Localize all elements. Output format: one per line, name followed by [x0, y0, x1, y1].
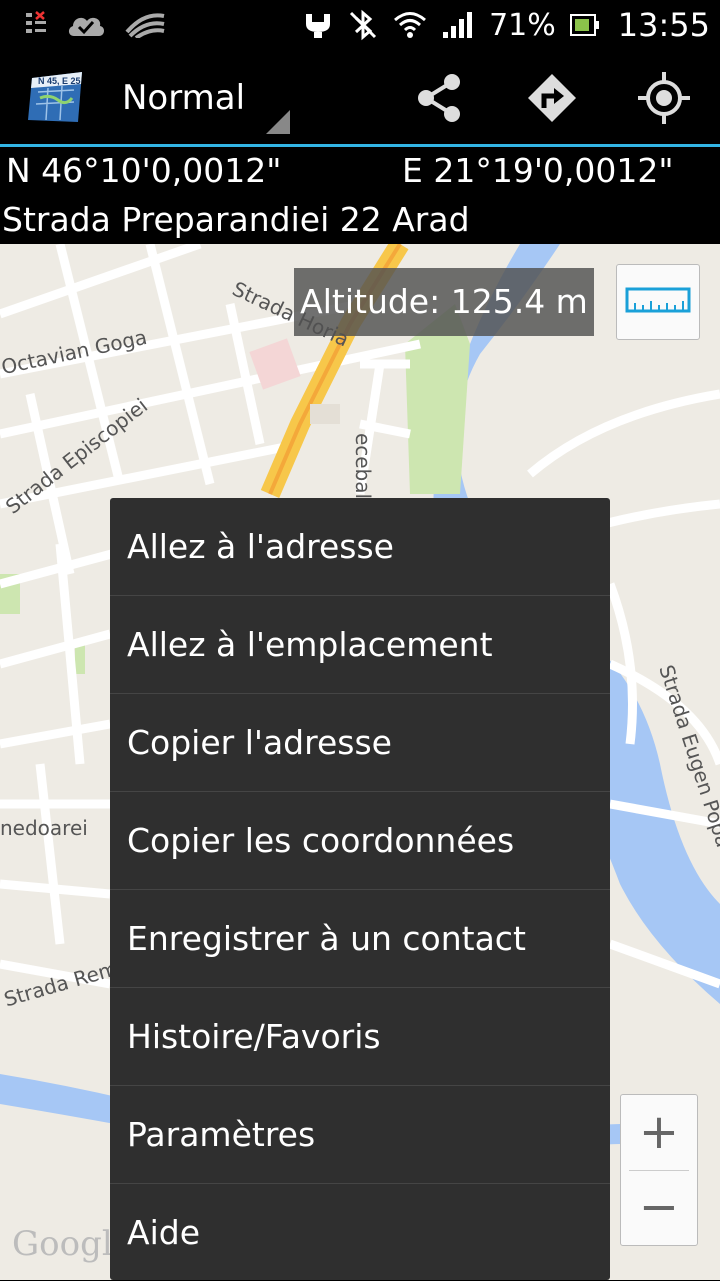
menu-item-help[interactable]: Aide	[110, 1184, 610, 1281]
menu-item-copy-address[interactable]: Copier l'adresse	[110, 694, 610, 792]
ruler-icon	[625, 287, 691, 313]
bluetooth-off-icon	[350, 9, 377, 41]
notification-icon	[26, 11, 46, 33]
options-menu: Allez à l'adresse Allez à l'emplacement …	[110, 498, 610, 1280]
usb-debug-icon	[306, 14, 331, 38]
longitude: E 21°19'0,0012"	[402, 151, 674, 190]
menu-item-copy-coordinates[interactable]: Copier les coordonnées	[110, 792, 610, 890]
altitude-readout: Altitude: 125.4 m	[294, 268, 594, 336]
zoom-controls: + −	[620, 1094, 698, 1246]
zoom-in-button[interactable]: +	[621, 1095, 697, 1170]
menu-item-settings[interactable]: Paramètres	[110, 1086, 610, 1184]
action-bar: N 45, E 25 Normal	[0, 50, 720, 147]
menu-item-save-to-contact[interactable]: Enregistrer à un contact	[110, 890, 610, 988]
coordinates-bar: N 46°10'0,0012" E 21°19'0,0012"	[0, 147, 720, 194]
my-location-icon[interactable]	[636, 70, 692, 126]
latitude: N 46°10'0,0012"	[6, 151, 282, 190]
directions-icon[interactable]	[524, 70, 580, 126]
zoom-out-button[interactable]: −	[621, 1170, 697, 1245]
clock: 13:55	[617, 6, 710, 44]
app-icon[interactable]: N 45, E 25	[28, 70, 84, 124]
signal-icon	[443, 12, 473, 38]
battery-icon	[569, 14, 599, 36]
measure-button[interactable]	[616, 264, 700, 340]
address: Strada Preparandiei 22 Arad	[2, 200, 470, 239]
address-bar: Strada Preparandiei 22 Arad	[0, 194, 720, 244]
street-label: ecebal	[351, 432, 376, 500]
swype-icon	[125, 13, 165, 38]
mode-spinner[interactable]: Normal	[110, 50, 290, 144]
mode-label: Normal	[122, 78, 246, 118]
menu-item-history-favorites[interactable]: Histoire/Favoris	[110, 988, 610, 1086]
app-icon-text: N 45, E 25	[38, 76, 81, 86]
status-bar: 71% 13:55	[0, 0, 720, 50]
spinner-indicator	[266, 110, 290, 134]
battery-percent: 71%	[489, 7, 556, 43]
cloud-done-icon	[68, 17, 105, 36]
street-label: nedoarei	[0, 816, 88, 840]
wifi-icon	[394, 12, 427, 38]
menu-item-go-to-address[interactable]: Allez à l'adresse	[110, 498, 610, 596]
menu-item-go-to-location[interactable]: Allez à l'emplacement	[110, 596, 610, 694]
share-icon[interactable]	[412, 70, 468, 126]
